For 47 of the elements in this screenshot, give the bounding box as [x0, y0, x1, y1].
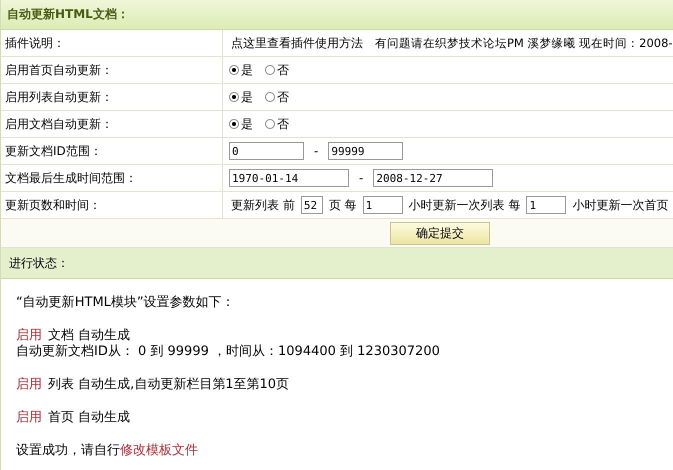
range-separator: -	[314, 144, 318, 158]
input-field[interactable]: 0	[229, 142, 304, 160]
input-field[interactable]: 99999	[328, 142, 404, 160]
field-label: 启用文档自动更新：	[5, 116, 113, 132]
field-label: 启用列表自动更新：	[5, 88, 113, 106]
field-label: 更新文档ID范围：	[5, 142, 102, 160]
radio-label[interactable]: 否	[277, 62, 289, 78]
radio-label[interactable]: 否	[277, 116, 289, 132]
status-text: 设置成功，请自行	[16, 443, 120, 458]
plugin-help-link[interactable]: 点这里查看插件使用方法	[231, 34, 363, 52]
status-detail: 自动更新文档ID从： 0 到 99999 ，时间从：1094400 到 1230307200	[16, 344, 441, 360]
panel-title: 自动更新HTML文档：	[7, 6, 129, 23]
enabled-label: 启用	[16, 410, 42, 425]
field-text: 小时更新一次首页	[572, 196, 668, 214]
info-text: 有问题请在织梦技术论坛PM 溪梦缘曦 现在时间：2008-	[375, 36, 673, 50]
status-title: 进行状态：	[9, 254, 69, 272]
input-field[interactable]: 52	[300, 196, 323, 214]
edit-template-link[interactable]: 修改模板文件	[120, 443, 198, 458]
radio-button[interactable]	[229, 119, 239, 129]
input-field[interactable]: 1970-01-14	[229, 169, 349, 187]
field-label: 插件说明：	[5, 34, 65, 52]
radio-label[interactable]: 是	[241, 116, 253, 132]
enabled-label: 启用	[16, 377, 42, 392]
field-text: 更新列表 前	[231, 196, 295, 214]
field-text: 小时更新一次列表 每	[408, 196, 520, 214]
field-label: 更新页数和时间：	[5, 196, 101, 214]
input-field[interactable]: 2008-12-27	[373, 169, 494, 187]
radio-button[interactable]	[265, 65, 275, 75]
status-text: 列表 自动生成,自动更新栏目第1至第10页	[48, 377, 290, 392]
field-text: 页 每	[328, 196, 357, 214]
field-label: 文档最后生成时间范围：	[5, 170, 137, 186]
enabled-label: 启用	[16, 328, 42, 343]
status-heading: “自动更新HTML模块”设置参数如下：	[16, 295, 236, 311]
status-text: 首页 自动生成	[48, 410, 130, 425]
input-field[interactable]: 1	[362, 196, 403, 214]
radio-label[interactable]: 是	[241, 62, 253, 78]
radio-button[interactable]	[265, 92, 275, 102]
radio-button[interactable]	[265, 119, 275, 129]
submit-button[interactable]: 确定提交	[390, 222, 490, 244]
radio-button[interactable]	[229, 65, 239, 75]
field-label: 启用首页自动更新：	[5, 62, 113, 78]
radio-label[interactable]: 是	[241, 88, 253, 106]
radio-button[interactable]	[229, 92, 239, 102]
range-separator: -	[359, 171, 364, 185]
radio-label[interactable]: 否	[277, 88, 289, 106]
input-field[interactable]: 1	[526, 196, 566, 214]
status-text: 文档 自动生成	[48, 328, 130, 343]
